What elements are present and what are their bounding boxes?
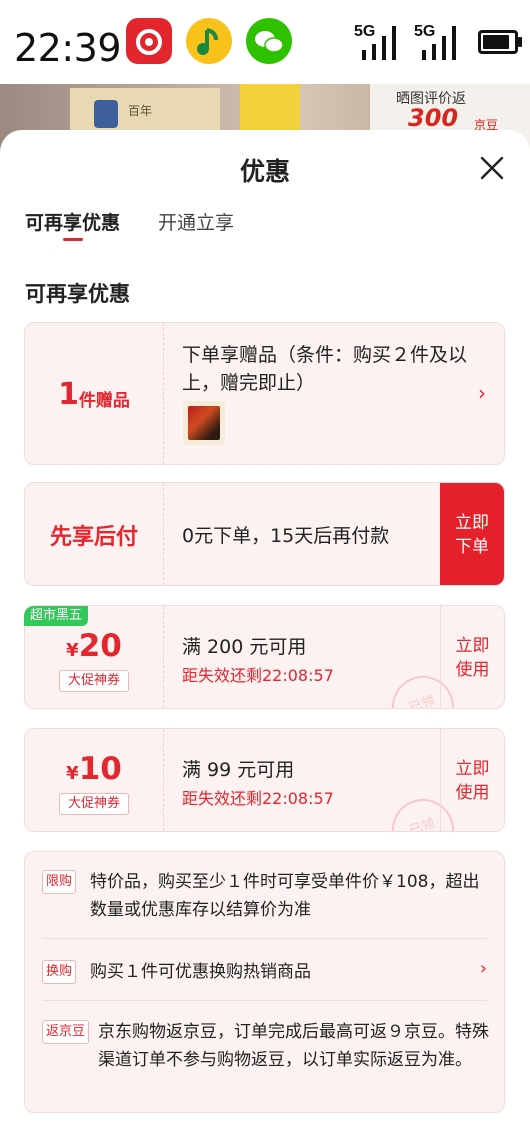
tab-available-offers[interactable]: 可再享优惠 <box>25 208 120 235</box>
chevron-right-icon[interactable]: › <box>480 958 487 979</box>
coupon-tag: 大促神券 <box>59 670 129 692</box>
section-title: 可再享优惠 <box>25 282 130 306</box>
signal-5g-icon-1: 5G <box>354 23 396 60</box>
pay-later-card: 先享后付 0元下单，15天后再付款 立即下单 <box>24 482 505 586</box>
discount-sheet: 优惠i 可再享优惠 开通立享 可再享优惠 1件赠品 下单享赠品（条件：购买２件及… <box>0 130 530 1129</box>
divider <box>42 938 487 939</box>
netease-music-icon <box>126 18 172 64</box>
battery-icon <box>478 30 522 54</box>
active-tab-indicator <box>63 238 83 241</box>
card-divider <box>163 729 164 831</box>
pay-later-label: 先享后付 <box>49 525 138 550</box>
sheet-title: 优惠i <box>0 152 530 888</box>
svg-text:5G: 5G <box>354 23 375 40</box>
coupon-condition: 满 200 元可用 <box>182 636 307 658</box>
divider <box>42 1000 487 1001</box>
pay-later-description: 0元下单，15天后再付款 <box>182 525 390 547</box>
coupon-countdown: 距失效还剩22:08:57 <box>182 666 334 685</box>
rule-text: 特价品，购买至少１件时可享受单件价￥108，超出数量或优惠库存以结算价为准 <box>90 872 480 920</box>
qq-music-icon <box>186 18 232 64</box>
gift-thumbnail[interactable] <box>183 401 225 445</box>
rule-text: 购买１件可优惠换购热销商品 <box>90 962 311 982</box>
coupon-card: ¥10 大促神券 满 99 元可用 距失效还剩22:08:57 已领 立即使用 <box>24 728 505 832</box>
coupon-tag: 大促神券 <box>59 793 129 815</box>
offer-rules-box: 限购 特价品，购买至少１件时可享受单件价￥108，超出数量或优惠库存以结算价为准… <box>24 851 505 1113</box>
use-coupon-button[interactable]: 立即使用 <box>440 606 504 708</box>
coupon-card: ¥20 大促神券 满 200 元可用 距失效还剩22:08:57 已领 立即使用 <box>24 605 505 709</box>
close-icon[interactable] <box>478 154 506 182</box>
order-now-button[interactable]: 立即下单 <box>440 483 504 585</box>
card-divider <box>163 323 164 464</box>
rule-label: 限购 <box>42 870 77 894</box>
signal-5g-icon-2: 5G <box>414 23 456 60</box>
wechat-icon <box>246 18 292 64</box>
status-bar: 22:39 5G 5G <box>0 0 530 84</box>
svg-text:5G: 5G <box>414 23 435 40</box>
coupon-ribbon: 超市黑五 <box>24 606 89 626</box>
coupon-amount: 10 <box>78 751 122 787</box>
coupon-condition: 满 99 元可用 <box>182 759 295 781</box>
card-divider <box>163 483 164 585</box>
coupon-amount: 20 <box>78 628 122 664</box>
card-divider <box>163 606 164 708</box>
chevron-right-icon[interactable]: › <box>478 381 486 405</box>
gift-count: 1 件赠品 <box>58 377 130 412</box>
rule-label: 换购 <box>42 960 77 984</box>
rule-text: 京东购物返京豆，订单完成后最高可返９京豆。特殊渠道订单不参与购物返豆，以订单实际… <box>98 1022 489 1070</box>
status-time: 22:39 <box>14 26 122 70</box>
tab-open-now[interactable]: 开通立享 <box>158 208 234 235</box>
gift-description: 下单享赠品（条件：购买２件及以上，赠完即止） <box>182 344 468 394</box>
rule-label: 返京豆 <box>42 1020 90 1044</box>
use-coupon-button[interactable]: 立即使用 <box>440 729 504 831</box>
coupon-countdown: 距失效还剩22:08:57 <box>182 789 334 808</box>
coupon-amount-block: ¥10 大促神券 <box>25 729 163 831</box>
gift-offer-card[interactable]: 1 件赠品 下单享赠品（条件：购买２件及以上，赠完即止） › <box>24 322 505 465</box>
